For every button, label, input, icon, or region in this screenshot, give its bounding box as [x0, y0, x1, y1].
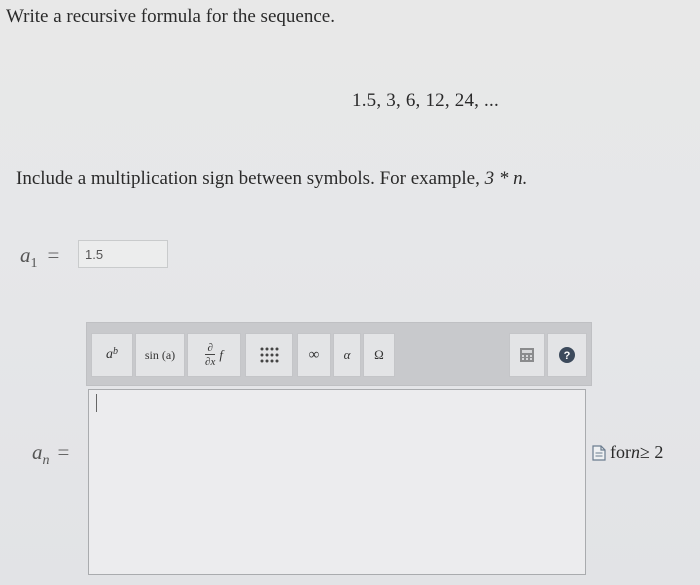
- sin-button[interactable]: sin (a): [135, 333, 185, 377]
- math-toolbar: ab sin (a) ∂ ∂x f ∞ α Ω ?: [86, 322, 592, 386]
- instruction-example: 3 * n.: [484, 168, 528, 189]
- power-exp: b: [113, 345, 118, 357]
- help-button[interactable]: ?: [547, 333, 587, 377]
- an-var: a: [32, 440, 43, 464]
- matrix-button[interactable]: [245, 333, 293, 377]
- a1-input[interactable]: 1.5: [78, 240, 168, 268]
- matrix-icon: [260, 347, 279, 363]
- an-label: an =: [32, 440, 69, 469]
- sequence-text: 1.5, 3, 6, 12, 24, ...: [352, 90, 499, 111]
- omega-button[interactable]: Ω: [363, 333, 395, 377]
- formula-editor[interactable]: [88, 389, 586, 575]
- partial-f: f: [219, 347, 223, 362]
- an-equals: =: [57, 440, 70, 464]
- partial-denominator: ∂x: [205, 354, 216, 368]
- power-base: a: [106, 347, 113, 362]
- a1-label: a1 =: [20, 243, 59, 272]
- for-var: n: [631, 442, 640, 462]
- document-icon: [592, 444, 606, 461]
- svg-text:?: ?: [564, 350, 571, 362]
- a1-var: a: [20, 243, 31, 267]
- for-prefix: for: [610, 442, 631, 462]
- question-text: Write a recursive formula for the sequen…: [6, 6, 335, 27]
- instruction-body: Include a multiplication sign between sy…: [16, 168, 485, 189]
- partial-derivative-button[interactable]: ∂ ∂x f: [187, 333, 241, 377]
- a1-equals: =: [47, 243, 60, 267]
- keyboard-icon: [520, 348, 534, 362]
- instruction-text: Include a multiplication sign between sy…: [16, 168, 527, 190]
- text-cursor: [96, 394, 97, 412]
- an-sub: n: [42, 453, 50, 469]
- power-button[interactable]: ab: [91, 333, 133, 377]
- partial-fraction: ∂ ∂x: [205, 342, 216, 368]
- help-icon: ?: [559, 347, 575, 363]
- keyboard-button[interactable]: [509, 333, 545, 377]
- partial-numerator: ∂: [207, 342, 213, 354]
- domain-note: for n ≥ 2: [592, 442, 663, 463]
- infinity-button[interactable]: ∞: [297, 333, 331, 377]
- a1-sub: 1: [30, 256, 38, 272]
- alpha-button[interactable]: α: [333, 333, 361, 377]
- for-condition: ≥ 2: [640, 442, 664, 462]
